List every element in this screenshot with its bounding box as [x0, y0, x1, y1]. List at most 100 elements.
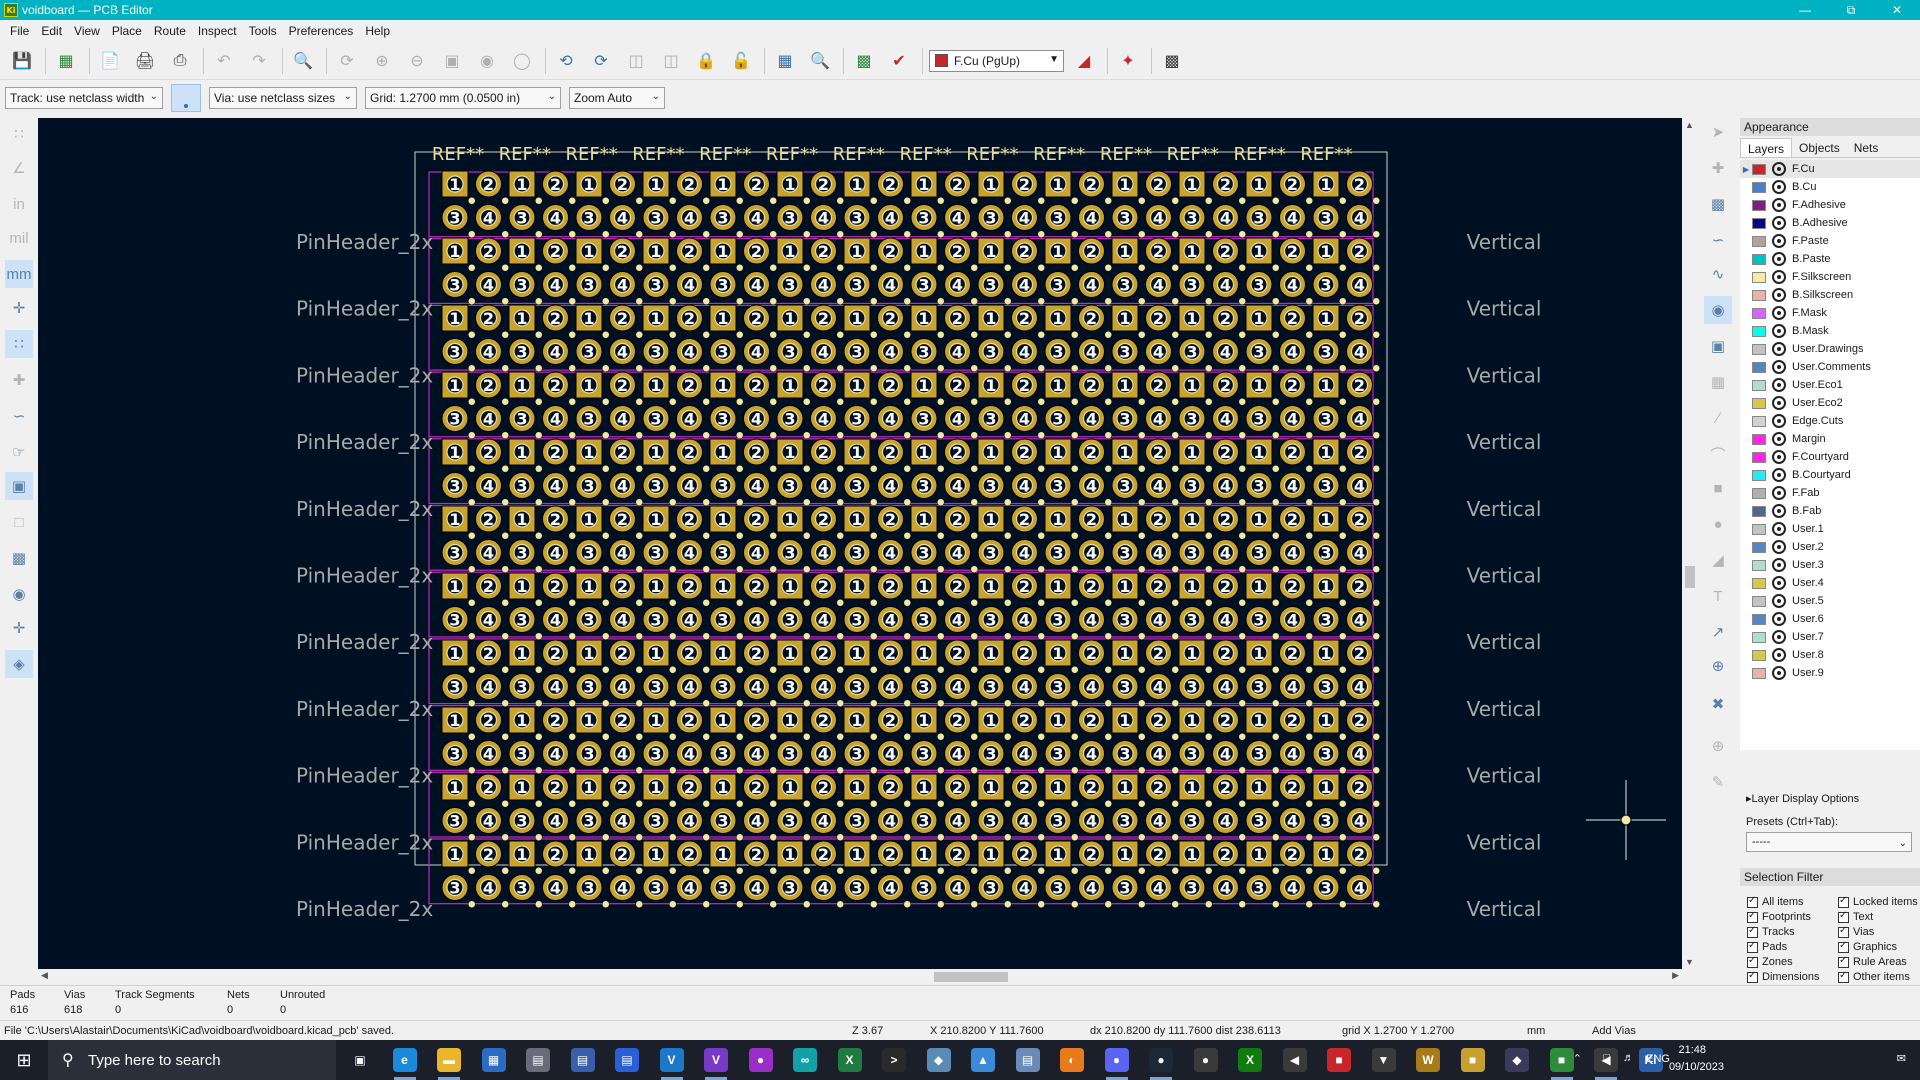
layer-color-swatch[interactable]: [1752, 217, 1766, 229]
wow-icon[interactable]: W: [1416, 1048, 1440, 1072]
lock-icon[interactable]: 🔒: [692, 47, 720, 75]
menu-route[interactable]: Route: [148, 20, 192, 42]
app-icon[interactable]: ■: [1460, 1048, 1485, 1072]
layer-row[interactable]: F.Mask: [1740, 304, 1920, 322]
layer-color-swatch[interactable]: [1752, 253, 1766, 265]
eye-icon[interactable]: [1772, 378, 1786, 392]
eye-icon[interactable]: [1772, 216, 1786, 230]
rule-area-icon[interactable]: ▦: [1704, 368, 1732, 396]
layer-row[interactable]: User.2: [1740, 538, 1920, 556]
zoom-select[interactable]: Zoom Auto ⌄: [569, 87, 665, 109]
eye-icon[interactable]: [1772, 198, 1786, 212]
eye-icon[interactable]: [1772, 234, 1786, 248]
save-icon[interactable]: 💾: [8, 47, 36, 75]
app-icon[interactable]: ▤: [1015, 1048, 1040, 1072]
python-script-icon[interactable]: ✦: [1114, 47, 1142, 75]
xbox-icon[interactable]: X: [1238, 1048, 1262, 1072]
grid-origin-icon[interactable]: ⊕: [1704, 732, 1732, 760]
checkbox-checked-icon[interactable]: [1838, 925, 1849, 938]
vscode-icon[interactable]: V: [659, 1048, 684, 1072]
plot-icon[interactable]: ⎙: [166, 47, 194, 75]
via-size-select[interactable]: Via: use netclass sizes ⌄: [209, 87, 357, 109]
layer-color-swatch[interactable]: [1752, 487, 1766, 499]
scroll-right-icon[interactable]: ▶: [1672, 970, 1679, 981]
app-icon[interactable]: ●: [748, 1048, 773, 1072]
select-arrow-icon[interactable]: ➤: [1704, 118, 1732, 146]
filter-checkbox[interactable]: All items: [1747, 895, 1804, 908]
units-mil-icon[interactable]: mil: [5, 224, 33, 252]
arduino-icon[interactable]: ∞: [793, 1048, 817, 1072]
layer-color-swatch[interactable]: [1752, 361, 1766, 373]
layer-row[interactable]: B.Fab: [1740, 502, 1920, 520]
measure-icon[interactable]: ✎: [1704, 768, 1732, 796]
layer-color-swatch[interactable]: [1752, 505, 1766, 517]
layer-color-swatch[interactable]: [1752, 163, 1766, 175]
eye-icon[interactable]: [1772, 288, 1786, 302]
app-icon[interactable]: ◆: [1505, 1048, 1529, 1072]
menu-edit[interactable]: Edit: [35, 20, 68, 42]
app-icon[interactable]: ▤: [570, 1048, 595, 1072]
eye-icon[interactable]: [1772, 162, 1786, 176]
menu-help[interactable]: Help: [359, 20, 396, 42]
tab-nets[interactable]: Nets: [1847, 138, 1886, 157]
eye-icon[interactable]: [1772, 270, 1786, 284]
filter-checkbox[interactable]: Text: [1838, 910, 1873, 923]
scroll-left-icon[interactable]: ◀: [41, 970, 48, 981]
notification-icon[interactable]: ✉: [1897, 1052, 1906, 1065]
layer-row[interactable]: B.Mask: [1740, 322, 1920, 340]
redo-icon[interactable]: ↷: [245, 47, 273, 75]
draw-line-icon[interactable]: ∕: [1704, 404, 1732, 432]
tray-chevron-icon[interactable]: ⌃: [1573, 1052, 1582, 1065]
grid-dots-icon[interactable]: ∷: [5, 120, 33, 148]
file-explorer-icon[interactable]: ▬: [437, 1048, 461, 1072]
app-icon[interactable]: ▤: [615, 1048, 639, 1072]
menu-tools[interactable]: Tools: [243, 20, 283, 42]
maximize-button[interactable]: ⧉: [1828, 0, 1874, 20]
track-outline-icon[interactable]: ✛: [5, 614, 33, 642]
layer-display-options[interactable]: ▸Layer Display Options: [1746, 792, 1859, 805]
layer-color-swatch[interactable]: [1752, 469, 1766, 481]
footprint-viewer-icon[interactable]: 🔍: [806, 47, 834, 75]
app-icon[interactable]: ▼: [1371, 1048, 1396, 1072]
app-icon[interactable]: ▤: [526, 1048, 550, 1072]
filter-checkbox[interactable]: Rule Areas: [1838, 955, 1907, 968]
vertical-scrollbar[interactable]: ▲ ▼: [1682, 118, 1698, 969]
checkbox-checked-icon[interactable]: [1838, 955, 1849, 968]
close-button[interactable]: ✕: [1874, 0, 1920, 20]
units-inch-icon[interactable]: in: [5, 190, 33, 218]
clock-date[interactable]: 09/10/2023: [1669, 1061, 1724, 1073]
eye-icon[interactable]: [1772, 648, 1786, 662]
layer-row[interactable]: User.1: [1740, 520, 1920, 538]
eye-icon[interactable]: [1772, 180, 1786, 194]
grid-select[interactable]: Grid: 1.2700 mm (0.0500 in) ⌄: [365, 87, 561, 109]
app-icon[interactable]: ◀: [1282, 1048, 1307, 1072]
zoom-in-icon[interactable]: ⊕: [368, 47, 396, 75]
unlock-icon[interactable]: 🔓: [727, 47, 755, 75]
layer-row[interactable]: B.Paste: [1740, 250, 1920, 268]
language-indicator[interactable]: ENG: [1646, 1053, 1670, 1065]
layer-row[interactable]: User.9: [1740, 664, 1920, 682]
add-zone-icon[interactable]: ▣: [1704, 332, 1732, 360]
scripting-console-icon[interactable]: ▩: [1158, 47, 1186, 75]
eye-icon[interactable]: [1772, 612, 1786, 626]
layer-row[interactable]: User.7: [1740, 628, 1920, 646]
store-icon[interactable]: ▦: [481, 1048, 506, 1072]
pcb-canvas[interactable]: REF** REF** REF** REF** REF** REF** REF** REF**…: [38, 118, 1682, 969]
checkbox-checked-icon[interactable]: [1747, 925, 1758, 938]
layer-color-swatch[interactable]: [1752, 271, 1766, 283]
eye-icon[interactable]: [1772, 540, 1786, 554]
clock-time[interactable]: 21:48: [1678, 1044, 1706, 1056]
refresh-icon[interactable]: ⟳: [333, 47, 361, 75]
menu-place[interactable]: Place: [106, 20, 148, 42]
zoom-out-icon[interactable]: ⊖: [403, 47, 431, 75]
add-footprint-icon[interactable]: ▩: [1704, 190, 1732, 218]
layer-row[interactable]: F.Courtyard: [1740, 448, 1920, 466]
layer-color-swatch[interactable]: [1752, 379, 1766, 391]
windows-start-icon[interactable]: ⊞: [0, 1040, 48, 1080]
filter-checkbox[interactable]: Tracks: [1747, 925, 1795, 938]
discord-icon[interactable]: ●: [1104, 1048, 1129, 1072]
menu-preferences[interactable]: Preferences: [283, 20, 360, 42]
app-icon[interactable]: ■: [1549, 1048, 1574, 1072]
net-highlight-icon[interactable]: ☞: [5, 438, 33, 466]
drc-icon[interactable]: ✔: [885, 47, 913, 75]
